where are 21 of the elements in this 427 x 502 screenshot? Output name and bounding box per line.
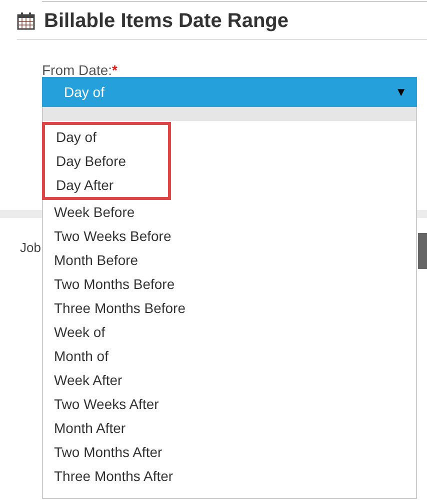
dropdown-option[interactable]: Week of [43,320,416,344]
dropdown-option[interactable]: Day of [45,125,168,149]
field-label: From Date:* [42,61,118,79]
dropdown-option[interactable]: Month After [43,416,416,440]
dropdown-option[interactable]: Week After [43,368,416,392]
dropdown-option[interactable]: Three Months Before [43,296,416,320]
dropdown-option[interactable]: Three Months After [43,464,416,488]
dropdown-option[interactable]: Month of [43,344,416,368]
dropdown-option[interactable]: Week Before [43,200,416,224]
dropdown-option[interactable]: Month Before [43,248,416,272]
dropdown-option[interactable]: Day After [45,173,168,197]
calendar-icon [17,12,35,30]
panel-edge [418,233,427,269]
field-label: Job [20,239,41,257]
dropdown-option[interactable]: Day Before [45,149,168,173]
section-title: Billable Items Date Range [44,8,289,32]
from-date-select[interactable]: Day of ▼ [42,77,417,107]
dropdown-option[interactable]: Two Weeks After [43,392,416,416]
dropdown-option[interactable]: Two Months Before [43,272,416,296]
dropdown-option[interactable]: Two Months After [43,440,416,464]
dropdown-option[interactable]: Two Weeks Before [43,224,416,248]
